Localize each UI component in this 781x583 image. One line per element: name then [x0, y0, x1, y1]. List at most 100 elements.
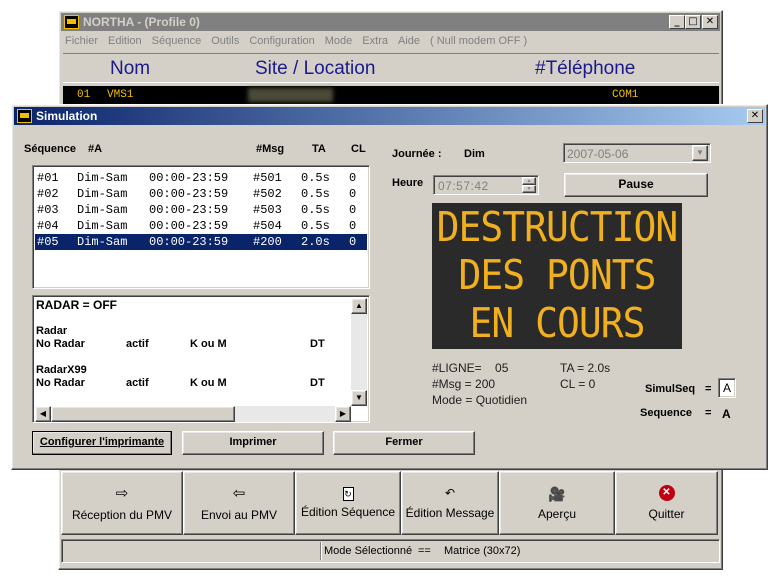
null-modem-status: ( Null modem OFF ) — [430, 35, 528, 47]
camera-icon: 🎥 — [548, 485, 566, 502]
device-name: VMS1 — [107, 89, 134, 101]
date-value: 2007-05-06 — [567, 147, 629, 161]
info-mode: Mode = Quotidien — [432, 393, 528, 407]
configure-printer-button[interactable]: Configurer l'imprimante — [32, 431, 172, 455]
scroll-right-button[interactable]: ▶ — [335, 406, 351, 422]
radar-group-2: RadarX99 — [36, 364, 87, 376]
journee-value: Dim — [464, 148, 485, 160]
device-port: COM1 — [612, 89, 639, 101]
main-title: NORTHA - (Profile 0) — [83, 15, 200, 29]
radar-vscrollbar[interactable]: ▲ ▼ — [351, 298, 367, 406]
device-number: 01 — [77, 89, 91, 101]
sequence-label: Séquence — [24, 143, 76, 155]
chevron-down-icon[interactable]: ▼ — [692, 145, 708, 161]
edition-sequence-button[interactable]: ↻ Édition Séquence — [295, 471, 401, 535]
sim-title: Simulation — [36, 109, 98, 123]
radar-panel[interactable]: RADAR = OFF Radar No Radar actif K ou M DT … — [32, 295, 370, 423]
sim-titlebar: Simulation ✕ — [14, 107, 765, 125]
journee-label: Journée : — [392, 148, 442, 160]
edition-sequence-label: Édition Séquence — [300, 505, 396, 519]
list-item[interactable]: #03 Dim-Sam 00:00-23:59 #503 0.5s 0 — [35, 202, 367, 218]
menu-outils[interactable]: Outils — [211, 35, 239, 51]
col-ta-header: TA — [312, 143, 326, 155]
status-bar: Mode Sélectionné == Matrice (30x72) — [61, 539, 720, 563]
col-cl-header: CL — [351, 143, 366, 155]
sequence-id: #A — [88, 143, 103, 155]
quitter-label: Quitter — [648, 507, 685, 521]
sim-close-button[interactable]: ✕ — [747, 109, 763, 123]
undo-arrow-icon: ↶ — [444, 486, 456, 500]
info-msg: #Msg = 200 — [432, 377, 496, 391]
sequence-eq: = — [705, 407, 712, 419]
radar-status: RADAR = OFF — [36, 298, 117, 312]
reception-pmv-button[interactable]: ⇨ Réception du PMV — [61, 471, 183, 535]
menu-aide[interactable]: Aide — [398, 35, 420, 51]
menu-edition[interactable]: Edition — [108, 35, 142, 51]
sequence-list[interactable]: #01 Dim-Sam 00:00-23:59 #501 0.5s 0 #02 Dim-Sa… — [32, 165, 370, 289]
scroll-thumb[interactable] — [51, 406, 235, 422]
list-item-selected[interactable]: #05 Dim-Sam 00:00-23:59 #200 2.0s 0 — [35, 234, 367, 250]
print-button[interactable]: Imprimer — [182, 431, 324, 455]
document-refresh-icon: ↻ — [342, 487, 354, 501]
info-ta: TA = 2.0s — [560, 361, 611, 375]
list-item[interactable]: #01 Dim-Sam 00:00-23:59 #501 0.5s 0 — [35, 170, 367, 186]
header-nom: Nom — [110, 58, 151, 79]
info-cl: CL = 0 — [560, 377, 596, 391]
sign-line-1: DESTRUCTION — [436, 203, 679, 251]
status-mode-value: Matrice (30x72) — [444, 545, 521, 557]
scroll-left-button[interactable]: ◀ — [35, 406, 51, 422]
toolbar: ⇨ Réception du PMV ⇦ Envoi au PMV ↻ Édit… — [61, 469, 720, 537]
pause-button[interactable]: Pause — [564, 173, 708, 197]
status-separator — [320, 542, 322, 560]
quit-icon: ✕ — [658, 485, 675, 501]
minimize-button[interactable]: _ — [669, 15, 685, 29]
sign-preview: DESTRUCTION DES PONTS EN COURS — [432, 203, 682, 349]
heure-label: Heure — [392, 177, 424, 189]
app-icon — [64, 15, 79, 29]
menu-bar: Fichier Edition Séquence Outils Configur… — [65, 35, 527, 51]
header-telephone: #Téléphone — [535, 58, 636, 79]
menu-extra[interactable]: Extra — [362, 35, 388, 51]
scroll-down-button[interactable]: ▼ — [351, 390, 367, 406]
scroll-up-button[interactable]: ▲ — [351, 298, 367, 314]
sim-app-icon — [17, 109, 32, 123]
radar-content: RADAR = OFF Radar No Radar actif K ou M DT … — [36, 299, 348, 390]
time-spinner[interactable]: ▲ ▼ — [522, 177, 536, 193]
status-mode-label: Mode Sélectionné — [324, 545, 413, 557]
time-value: 07:57:42 — [438, 179, 489, 193]
sequence-field-label: Sequence — [640, 407, 692, 419]
quitter-button[interactable]: ✕ Quitter — [615, 471, 718, 535]
arrow-left-icon: ⇦ — [232, 485, 246, 502]
main-titlebar: NORTHA - (Profile 0) _ □ ✕ — [61, 13, 720, 31]
sequence-field-value: A — [722, 407, 731, 421]
envoi-pmv-label: Envoi au PMV — [200, 508, 278, 522]
simulseq-input[interactable]: A — [718, 378, 736, 398]
arrow-right-icon: ⇨ — [115, 485, 129, 502]
device-row[interactable]: 01 VMS1 COM1 — [63, 86, 719, 104]
menu-sequence[interactable]: Séquence — [152, 35, 202, 51]
edition-message-button[interactable]: ↶ Édition Message — [401, 471, 499, 535]
sign-line-3: EN COURS — [469, 299, 645, 347]
apercu-button[interactable]: 🎥 Aperçu — [499, 471, 615, 535]
header-site: Site / Location — [255, 58, 376, 79]
apercu-label: Aperçu — [537, 506, 577, 521]
col-msg-header: #Msg — [256, 143, 285, 155]
close-button[interactable]: ✕ — [702, 15, 718, 29]
menu-mode[interactable]: Mode — [325, 35, 353, 51]
list-item[interactable]: #04 Dim-Sam 00:00-23:59 #504 0.5s 0 — [35, 218, 367, 234]
simulation-dialog: Simulation ✕ Séquence #A #Msg TA CL #01 D… — [11, 104, 768, 470]
header-row: Nom Site / Location #Téléphone — [63, 53, 719, 83]
simulseq-label: SimulSeq — [645, 383, 696, 395]
menu-configuration[interactable]: Configuration — [249, 35, 314, 51]
radar-hscrollbar[interactable]: ◀ ▶ — [35, 406, 351, 422]
list-item[interactable]: #02 Dim-Sam 00:00-23:59 #502 0.5s 0 — [35, 186, 367, 202]
radar-group-1: Radar — [36, 325, 68, 337]
envoi-pmv-button[interactable]: ⇦ Envoi au PMV — [183, 471, 295, 535]
time-field[interactable]: 07:57:42 ▲ ▼ — [433, 175, 539, 195]
sequence-rows: #01 Dim-Sam 00:00-23:59 #501 0.5s 0 #02 Dim-Sa… — [35, 170, 367, 250]
date-dropdown[interactable]: 2007-05-06 ▼ — [563, 143, 711, 163]
menu-fichier[interactable]: Fichier — [65, 35, 98, 51]
maximize-button[interactable]: □ — [685, 15, 701, 29]
close-sim-button[interactable]: Fermer — [333, 431, 475, 455]
reception-pmv-label: Réception du PMV — [71, 508, 173, 522]
